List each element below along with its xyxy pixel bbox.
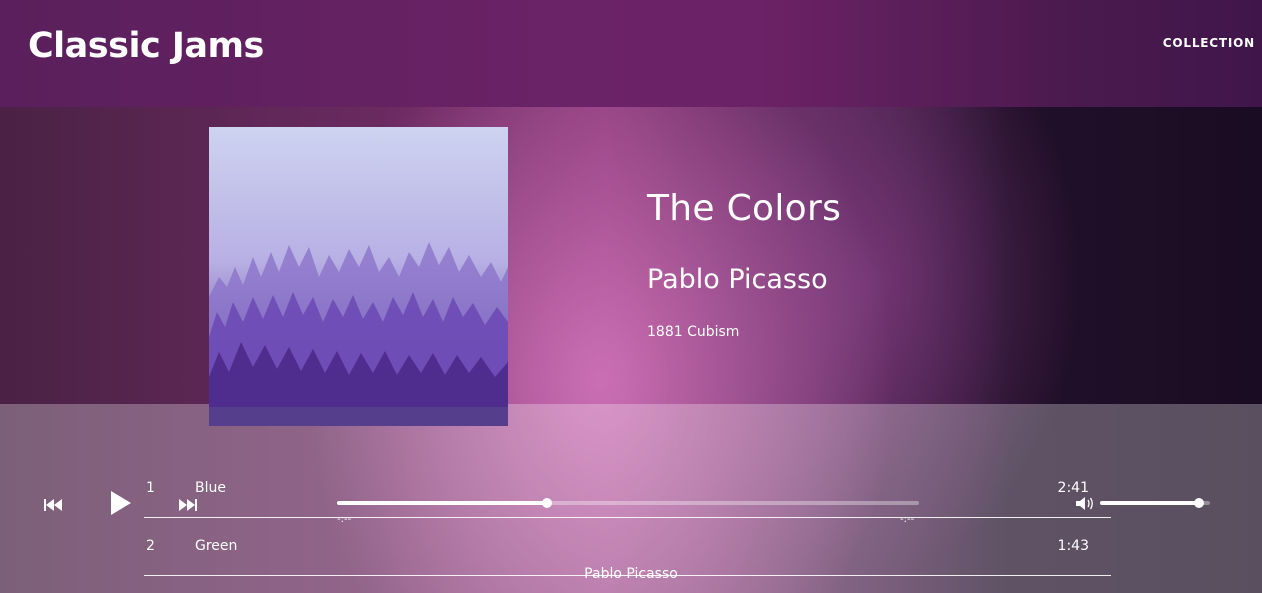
volume-icon bbox=[1076, 497, 1093, 510]
volume-slider-fill bbox=[1100, 501, 1199, 505]
seek-bar-thumb[interactable] bbox=[541, 498, 552, 508]
seek-bar-fill bbox=[337, 501, 547, 505]
play-icon bbox=[111, 491, 131, 515]
song-row[interactable]: 1 Blue 2:41 bbox=[144, 475, 1111, 518]
seek-bar[interactable] bbox=[337, 498, 919, 508]
album-title: The Colors bbox=[647, 188, 842, 229]
album-release-info: 1881 Cubism bbox=[647, 324, 740, 340]
album-info: The Colors Pablo Picasso 1881 Cubism bbox=[647, 188, 842, 340]
volume-slider-thumb[interactable] bbox=[1194, 498, 1204, 508]
album-artist: Pablo Picasso bbox=[647, 264, 828, 295]
total-time: -:-- bbox=[900, 514, 915, 525]
forest-image bbox=[209, 127, 508, 426]
volume-slider[interactable] bbox=[1100, 498, 1210, 508]
play-button[interactable] bbox=[110, 490, 132, 520]
site-header: Classic Jams COLLECTION bbox=[0, 0, 1262, 107]
album-cover-image bbox=[209, 127, 508, 426]
volume-button[interactable] bbox=[1076, 496, 1096, 515]
now-playing-artist: Pablo Picasso bbox=[584, 566, 678, 582]
current-time: -:-- bbox=[337, 514, 352, 525]
nav-collection-link[interactable]: COLLECTION bbox=[1163, 36, 1255, 50]
song-duration: 2:41 bbox=[1057, 480, 1089, 496]
song-duration: 1:43 bbox=[1057, 538, 1089, 554]
song-title: Blue bbox=[195, 480, 226, 496]
brand-logo[interactable]: Classic Jams bbox=[28, 26, 264, 66]
skip-forward-icon bbox=[179, 499, 197, 511]
next-track-button[interactable] bbox=[179, 497, 197, 516]
previous-track-button[interactable] bbox=[44, 497, 62, 516]
song-title: Green bbox=[195, 538, 238, 554]
skip-back-icon bbox=[44, 499, 62, 511]
album-hero bbox=[0, 107, 1262, 404]
song-number: 1 bbox=[146, 480, 155, 496]
song-number: 2 bbox=[146, 538, 155, 554]
